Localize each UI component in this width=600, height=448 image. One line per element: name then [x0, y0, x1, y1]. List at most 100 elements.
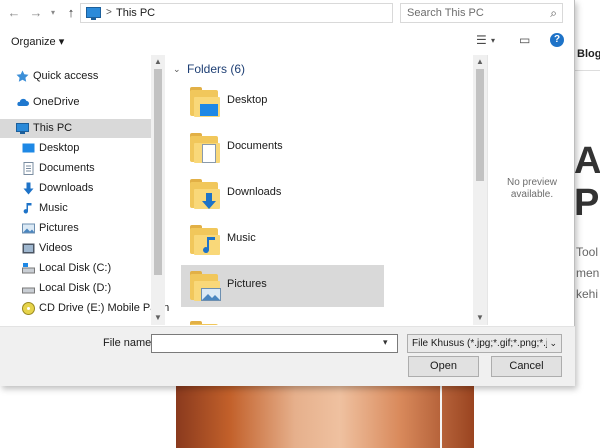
view-dropdown-icon[interactable]: ▾ — [491, 36, 495, 45]
sidebar-item-downloads[interactable]: Downloads — [0, 179, 151, 198]
folder-icon — [190, 178, 222, 210]
scrollbar-thumb[interactable] — [476, 69, 484, 181]
file-type-select[interactable]: File Khusus (*.jpg;*.gif;*.png;*.jp ⌄ — [407, 334, 562, 353]
breadcrumb[interactable]: This PC — [116, 7, 155, 19]
folder-name: Desktop — [227, 94, 268, 106]
address-row: ← → ▾ ↑ > This PC ▾ ↻ Search This PC ⌕ — [0, 0, 575, 27]
toolbar: Organize ▾ ☰ ▾ ▭ ? — [0, 28, 575, 53]
file-list-scrollbar[interactable]: ▲ ▼ — [473, 55, 487, 325]
folder-name: Music — [227, 232, 256, 244]
background-photo — [176, 386, 474, 448]
file-name-label: File name: — [103, 337, 155, 349]
organize-button[interactable]: Organize ▾ — [11, 35, 64, 48]
sidebar-item-label: Quick access — [33, 70, 99, 82]
search-input[interactable]: Search This PC ⌕ — [400, 3, 563, 23]
computer-icon — [16, 123, 29, 134]
cancel-button[interactable]: Cancel — [491, 356, 562, 377]
breadcrumb-separator: > — [106, 7, 112, 18]
folder-icon — [190, 86, 222, 118]
sidebar-item-local-disk-d[interactable]: Local Disk (D:) — [0, 279, 151, 298]
download-overlay-icon — [202, 193, 216, 209]
folder-item-partial[interactable] — [181, 315, 384, 325]
search-placeholder: Search This PC — [407, 7, 484, 19]
preview-message-line2: available. — [510, 189, 554, 200]
preview-pane-icon[interactable]: ▭ — [519, 33, 530, 47]
folder-item-desktop[interactable]: Desktop — [181, 81, 384, 123]
sidebar-item-pictures[interactable]: Pictures — [0, 219, 151, 238]
sidebar-item-quick-access[interactable]: Quick access — [0, 67, 151, 86]
help-icon[interactable]: ? — [550, 33, 564, 47]
folder-item-downloads[interactable]: Downloads — [181, 173, 384, 215]
sidebar-item-documents[interactable]: Documents — [0, 159, 151, 178]
scrollbar-thumb[interactable] — [154, 69, 162, 275]
forward-arrow-icon[interactable]: → — [28, 5, 44, 21]
file-name-dropdown-icon[interactable]: ▾ — [383, 337, 388, 348]
preview-message-line1: No preview — [506, 177, 558, 188]
sidebar-item-label: OneDrive — [33, 96, 80, 108]
folder-icon — [190, 132, 222, 164]
folder-name: Documents — [227, 140, 283, 152]
sidebar-item-label: Desktop — [39, 142, 80, 154]
sidebar-item-videos[interactable]: Videos — [0, 239, 151, 258]
open-file-dialog: ← → ▾ ↑ > This PC ▾ ↻ Search This PC ⌕ O… — [0, 0, 575, 386]
sidebar-item-label: Videos — [39, 242, 73, 254]
up-arrow-icon[interactable]: ↑ — [63, 5, 79, 21]
sidebar-item-cd-drive[interactable]: CD Drive (E:) Mobile Partn — [0, 299, 169, 318]
desktop-overlay-icon — [200, 104, 218, 116]
music-icon — [23, 203, 32, 214]
computer-icon — [86, 7, 101, 20]
background-heading-line2: P — [574, 182, 600, 224]
drive-icon — [22, 263, 35, 274]
folder-item-pictures[interactable]: Pictures — [181, 265, 384, 307]
file-type-dropdown-icon[interactable]: ⌄ — [547, 335, 557, 352]
background-photo-divider — [440, 386, 442, 448]
view-options-icon[interactable]: ☰ — [476, 33, 487, 47]
desktop-icon — [22, 143, 35, 153]
documents-icon — [23, 162, 34, 175]
sidebar-item-music[interactable]: Music — [0, 199, 151, 218]
back-arrow-icon[interactable]: ← — [6, 5, 22, 21]
document-overlay-icon — [202, 144, 216, 163]
folder-item-music[interactable]: Music — [181, 219, 384, 261]
sidebar-item-label: Local Disk (C:) — [39, 262, 112, 274]
scroll-up-arrow-icon[interactable]: ▲ — [476, 57, 484, 66]
file-name-input[interactable] — [151, 334, 398, 353]
scroll-down-arrow-icon[interactable]: ▼ — [476, 313, 484, 322]
search-icon[interactable]: ⌕ — [550, 6, 557, 21]
folder-name: Pictures — [227, 278, 267, 290]
folder-icon — [190, 224, 222, 256]
drive-icon — [22, 287, 35, 294]
sidebar-item-label: Pictures — [39, 222, 79, 234]
sidebar-item-onedrive[interactable]: OneDrive — [0, 93, 151, 112]
sidebar-item-label: Music — [39, 202, 68, 214]
sidebar-item-this-pc[interactable]: This PC — [0, 119, 151, 138]
cloud-icon — [17, 98, 29, 106]
sidebar-item-label: Downloads — [39, 182, 94, 194]
sidebar-item-label: Documents — [39, 162, 95, 174]
group-header[interactable]: Folders (6) — [187, 62, 245, 76]
music-overlay-icon — [203, 237, 215, 254]
download-icon — [23, 182, 34, 195]
recent-locations-chevron-icon[interactable]: ▾ — [45, 5, 61, 21]
collapse-chevron-icon[interactable]: ⌄ — [173, 64, 181, 75]
sidebar-scrollbar[interactable]: ▲ ▼ — [151, 55, 165, 325]
sidebar-item-desktop[interactable]: Desktop — [0, 139, 151, 158]
address-bar[interactable]: > This PC ▾ ↻ — [80, 3, 466, 23]
sidebar-item-label: CD Drive (E:) Mobile Partn — [39, 302, 170, 314]
open-button[interactable]: Open — [408, 356, 479, 377]
pictures-icon — [22, 223, 35, 234]
folder-item-documents[interactable]: Documents — [181, 127, 384, 169]
scroll-down-arrow-icon[interactable]: ▼ — [154, 313, 162, 322]
background-heading-line1: A — [574, 140, 600, 182]
videos-icon — [22, 243, 35, 254]
sidebar-item-local-disk-c[interactable]: Local Disk (C:) — [0, 259, 151, 278]
background-divider — [575, 70, 600, 71]
star-icon — [16, 70, 29, 82]
sidebar-item-label: Local Disk (D:) — [39, 282, 112, 294]
sidebar-item-label: This PC — [33, 122, 73, 134]
scroll-up-arrow-icon[interactable]: ▲ — [154, 57, 162, 66]
folder-name: Downloads — [227, 186, 282, 198]
folder-icon — [190, 270, 222, 302]
navigation-pane: Quick access OneDrive This PC Desktop Do… — [0, 55, 169, 325]
background-nav-link[interactable]: Blog — [577, 48, 600, 60]
